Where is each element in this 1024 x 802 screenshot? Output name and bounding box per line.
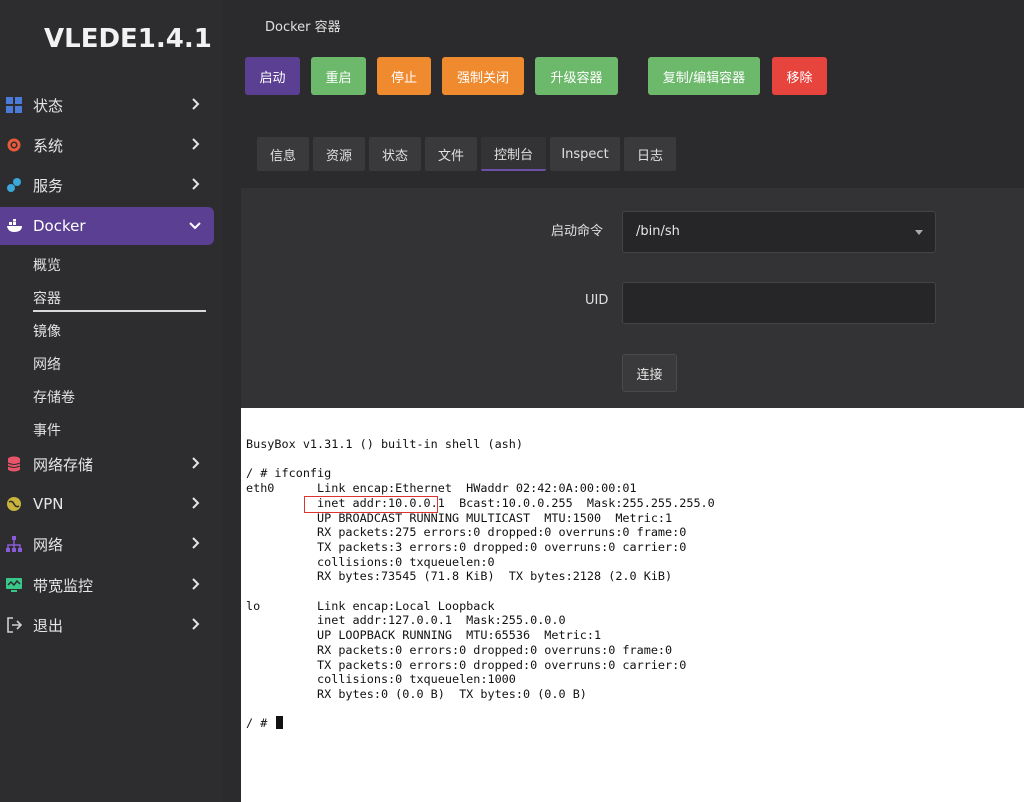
terminal-line: RX bytes:73545 (71.8 KiB) TX bytes:2128 …	[246, 569, 673, 584]
sidebar-subitem-containers[interactable]: 容器	[33, 288, 61, 308]
tab-stats[interactable]: 状态	[369, 137, 421, 171]
sidebar-item-network[interactable]: 网络	[0, 525, 214, 563]
docker-icon	[6, 218, 22, 234]
terminal-line: RX packets:275 errors:0 dropped:0 overru…	[246, 525, 687, 540]
terminal-line: collisions:0 txqueuelen:0	[246, 554, 495, 569]
sidebar-item-docker[interactable]: Docker	[0, 207, 214, 245]
terminal-line: collisions:0 txqueuelen:1000	[246, 672, 516, 687]
chevron-right-icon	[192, 497, 200, 509]
tab-files[interactable]: 文件	[425, 137, 477, 171]
terminal-output: BusyBox v1.31.1 () built-in shell (ash) …	[246, 437, 715, 731]
ip-highlight-box	[304, 496, 438, 513]
logout-icon	[6, 617, 22, 633]
sidebar-item-label: 状态	[33, 96, 64, 115]
restart-button[interactable]: 重启	[311, 57, 366, 95]
sidebar-item-label: 退出	[33, 616, 64, 635]
gear-icon	[6, 137, 22, 153]
sidebar-item-label: VPN	[33, 495, 64, 513]
page-title: Docker 容器	[265, 20, 341, 35]
monitor-icon	[6, 577, 22, 593]
sidebar-item-label: 网络存储	[33, 455, 94, 474]
duplicate-edit-button[interactable]: 复制/编辑容器	[648, 57, 760, 95]
sidebar-subitem-events[interactable]: 事件	[33, 420, 61, 440]
sidebar-subitem-networks[interactable]: 网络	[33, 354, 61, 374]
terminal-line: inet addr:127.0.0.1 Mask:255.0.0.0	[246, 613, 566, 628]
terminal[interactable]: BusyBox v1.31.1 () built-in shell (ash) …	[241, 408, 1024, 802]
app-logo: VLEDE1.4.1	[44, 24, 212, 54]
sidebar-item-system[interactable]: 系统	[0, 126, 214, 164]
tab-logs[interactable]: 日志	[624, 137, 676, 171]
chevron-right-icon	[192, 457, 200, 469]
terminal-line: RX bytes:0 (0.0 B) TX bytes:0 (0.0 B)	[246, 686, 587, 701]
dashboard-icon	[6, 97, 22, 113]
sidebar-item-logout[interactable]: 退出	[0, 606, 214, 644]
chevron-right-icon	[192, 178, 200, 190]
tab-inspect[interactable]: Inspect	[550, 137, 620, 171]
sidebar-item-label: 带宽监控	[33, 576, 94, 595]
tab-info[interactable]: 信息	[257, 137, 309, 171]
terminal-line: UP LOOPBACK RUNNING MTU:65536 Metric:1	[246, 628, 602, 643]
terminal-line: / # ifconfig	[246, 466, 332, 481]
sidebar: VLEDE1.4.1 状态 系统 服务 Docker 概览 容器 镜像 网络 存…	[0, 0, 222, 802]
upgrade-button[interactable]: 升级容器	[535, 57, 618, 95]
command-select-value: /bin/sh	[636, 224, 680, 239]
sidebar-item-vpn[interactable]: VPN	[0, 485, 214, 523]
terminal-line: / #	[246, 716, 715, 731]
storage-icon	[6, 456, 22, 472]
terminal-line: BusyBox v1.31.1 () built-in shell (ash)	[246, 437, 523, 451]
terminal-line: TX packets:3 errors:0 dropped:0 overruns…	[246, 539, 687, 554]
tab-console[interactable]: 控制台	[481, 137, 546, 171]
remove-button[interactable]: 移除	[772, 57, 827, 95]
sidebar-item-label: 服务	[33, 176, 64, 195]
vpn-icon	[6, 496, 22, 512]
sidebar-item-label: 网络	[33, 535, 64, 554]
terminal-line: eth0 Link encap:Ethernet HWaddr 02:42:0A…	[246, 481, 637, 496]
chevron-right-icon	[192, 618, 200, 630]
sidebar-item-label: Docker	[33, 217, 86, 235]
terminal-line: TX packets:0 errors:0 dropped:0 overruns…	[246, 657, 687, 672]
sidebar-subitem-overview[interactable]: 概览	[33, 255, 61, 275]
sidebar-subitem-images[interactable]: 镜像	[33, 321, 61, 341]
chevron-right-icon	[192, 138, 200, 150]
terminal-line: lo Link encap:Local Loopback	[246, 598, 495, 613]
uid-label: UID	[585, 293, 609, 308]
sidebar-subitem-volumes[interactable]: 存储卷	[33, 387, 75, 407]
chevron-right-icon	[192, 537, 200, 549]
main-content: Docker 容器 启动 重启 停止 强制关闭 升级容器 复制/编辑容器 移除 …	[222, 0, 1024, 802]
sidebar-item-services[interactable]: 服务	[0, 166, 214, 204]
caret-down-icon	[915, 230, 923, 235]
start-button[interactable]: 启动	[245, 57, 300, 95]
command-select[interactable]: /bin/sh	[622, 211, 936, 253]
uid-input[interactable]	[622, 282, 936, 324]
stop-button[interactable]: 停止	[377, 57, 431, 95]
kill-button[interactable]: 强制关闭	[442, 57, 524, 95]
connect-button[interactable]: 连接	[622, 354, 677, 392]
chevron-down-icon	[189, 222, 201, 230]
sidebar-item-nas[interactable]: 网络存储	[0, 445, 214, 483]
sidebar-item-label: 系统	[33, 136, 64, 155]
chevron-right-icon	[192, 98, 200, 110]
terminal-cursor	[276, 716, 284, 730]
sidebar-item-bandwidth[interactable]: 带宽监控	[0, 566, 214, 604]
command-label: 启动命令	[551, 224, 604, 239]
active-subitem-underline	[33, 310, 206, 312]
services-icon	[6, 177, 22, 193]
terminal-line: RX packets:0 errors:0 dropped:0 overruns…	[246, 642, 673, 657]
network-icon	[6, 536, 22, 552]
console-form-panel: 启动命令 /bin/sh UID 连接	[241, 188, 1024, 408]
sidebar-item-status[interactable]: 状态	[0, 86, 214, 124]
tab-resources[interactable]: 资源	[313, 137, 365, 171]
chevron-right-icon	[192, 578, 200, 590]
